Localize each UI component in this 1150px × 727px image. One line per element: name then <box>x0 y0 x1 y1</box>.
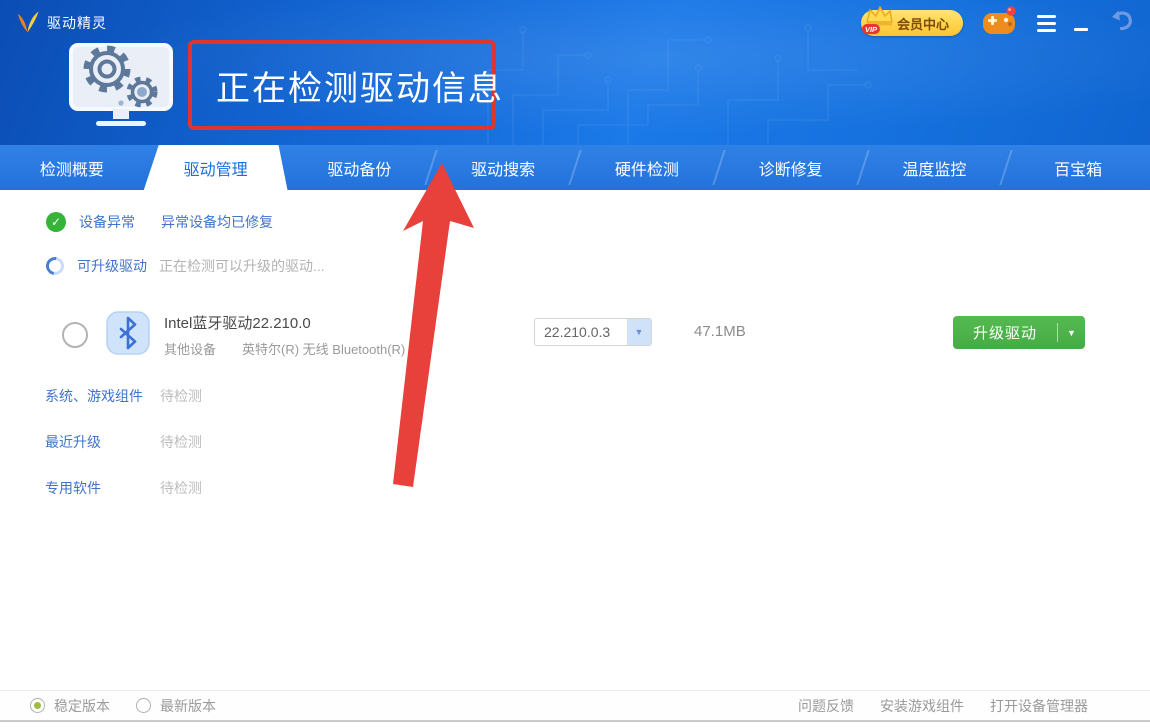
driver-select-radio[interactable] <box>62 322 88 348</box>
radio-stable-version[interactable]: 稳定版本 <box>30 696 110 716</box>
driver-name: Intel蓝牙驱动22.210.0 <box>164 312 311 333</box>
game-center-icon[interactable] <box>981 6 1019 41</box>
category-label: 系统、游戏组件 <box>45 386 143 406</box>
logo-bird-icon <box>16 11 40 35</box>
titlebar-actions: VIP 会员中心 <box>861 6 1134 41</box>
category-row-system-game-components[interactable]: 系统、游戏组件 待检测 <box>0 386 1150 406</box>
tab-driver-search[interactable]: 驱动搜索 <box>431 145 575 190</box>
tab-hardware-detection[interactable]: 硬件检测 <box>575 145 719 190</box>
tab-toolbox[interactable]: 百宝箱 <box>1006 145 1150 190</box>
footer-bar: 稳定版本 最新版本 问题反馈 安装游戏组件 打开设备管理器 <box>0 690 1150 722</box>
driver-genius-window: 驱动精灵 VIP 会员中心 <box>0 0 1150 727</box>
app-logo: 驱动精灵 <box>16 11 107 35</box>
status-label: 设备异常 <box>79 212 161 232</box>
annotation-highlight-box: 正在检测驱动信息 <box>188 40 496 130</box>
app-logo-text: 驱动精灵 <box>47 13 107 33</box>
dropdown-caret-icon[interactable]: ▼ <box>627 319 651 345</box>
page-title: 正在检测驱动信息 <box>216 61 504 110</box>
main-content: ✓ 设备异常 异常设备均已修复 可升级驱动 正在检测可以升级的驱动... Int… <box>0 190 1150 690</box>
radio-latest-version[interactable]: 最新版本 <box>136 696 216 716</box>
radio-unselected-icon[interactable] <box>136 698 151 713</box>
radio-label: 最新版本 <box>160 696 216 716</box>
category-status: 待检测 <box>160 432 202 452</box>
driver-subtitle: 其他设备 英特尔(R) 无线 Bluetooth(R) <box>164 339 405 358</box>
driver-list-item: Intel蓝牙驱动22.210.0 其他设备 英特尔(R) 无线 Bluetoo… <box>0 303 1150 367</box>
svg-text:VIP: VIP <box>865 25 878 34</box>
hero-status: 正在检测驱动信息 <box>66 34 496 136</box>
status-row-device-abnormal: ✓ 设备异常 异常设备均已修复 <box>46 210 273 234</box>
status-value-link[interactable]: 异常设备均已修复 <box>161 212 273 232</box>
category-status: 待检测 <box>160 386 202 406</box>
bluetooth-icon <box>106 311 150 355</box>
vip-center-button[interactable]: VIP 会员中心 <box>861 10 963 36</box>
version-selected-value: 22.210.0.3 <box>535 319 627 345</box>
vip-center-label: 会员中心 <box>897 14 949 33</box>
minimize-button[interactable] <box>1074 13 1089 33</box>
radio-label: 稳定版本 <box>54 696 110 716</box>
link-feedback[interactable]: 问题反馈 <box>798 696 854 716</box>
category-label: 专用软件 <box>45 478 101 498</box>
tab-bar: 检测概要 驱动管理 驱动备份 驱动搜索 硬件检测 诊断修复 温度监控 百宝箱 <box>0 145 1150 190</box>
success-check-icon: ✓ <box>46 212 66 232</box>
category-label: 最近升级 <box>45 432 101 452</box>
driver-category: 其他设备 <box>164 339 216 358</box>
link-install-game-components[interactable]: 安装游戏组件 <box>880 696 964 716</box>
version-channel-radio-group: 稳定版本 最新版本 <box>30 696 216 716</box>
upgrade-options-caret-icon[interactable]: ▼ <box>1058 328 1085 338</box>
upgrade-button-label: 升级驱动 <box>953 322 1057 343</box>
radio-selected-icon[interactable] <box>30 698 45 713</box>
loading-spinner-icon <box>42 253 67 278</box>
monitor-gears-icon <box>66 34 176 136</box>
upgrade-driver-button[interactable]: 升级驱动 ▼ <box>953 316 1085 349</box>
driver-download-size: 47.1MB <box>694 323 746 340</box>
undo-arrow-icon[interactable] <box>1109 9 1134 37</box>
category-row-dedicated-software[interactable]: 专用软件 待检测 <box>0 478 1150 498</box>
main-menu-icon[interactable] <box>1037 12 1056 35</box>
tab-detection-summary[interactable]: 检测概要 <box>0 145 144 190</box>
status-value: 正在检测可以升级的驱动... <box>159 256 325 276</box>
category-row-recent-upgrades[interactable]: 最近升级 待检测 <box>0 432 1150 452</box>
driver-device-name: 英特尔(R) 无线 Bluetooth(R) <box>242 339 405 358</box>
tab-diagnosis-repair[interactable]: 诊断修复 <box>719 145 863 190</box>
tab-driver-management[interactable]: 驱动管理 <box>144 145 288 190</box>
status-row-upgradable-drivers: 可升级驱动 正在检测可以升级的驱动... <box>46 254 325 278</box>
footer-links: 问题反馈 安装游戏组件 打开设备管理器 <box>798 696 1088 716</box>
status-label: 可升级驱动 <box>77 256 159 276</box>
category-status: 待检测 <box>160 478 202 498</box>
tab-temperature-monitor[interactable]: 温度监控 <box>863 145 1007 190</box>
tab-driver-backup[interactable]: 驱动备份 <box>288 145 432 190</box>
vip-crown-icon: VIP <box>861 3 895 37</box>
header: 驱动精灵 VIP 会员中心 <box>0 0 1150 145</box>
version-dropdown[interactable]: 22.210.0.3 ▼ <box>534 318 652 346</box>
link-open-device-manager[interactable]: 打开设备管理器 <box>990 696 1088 716</box>
